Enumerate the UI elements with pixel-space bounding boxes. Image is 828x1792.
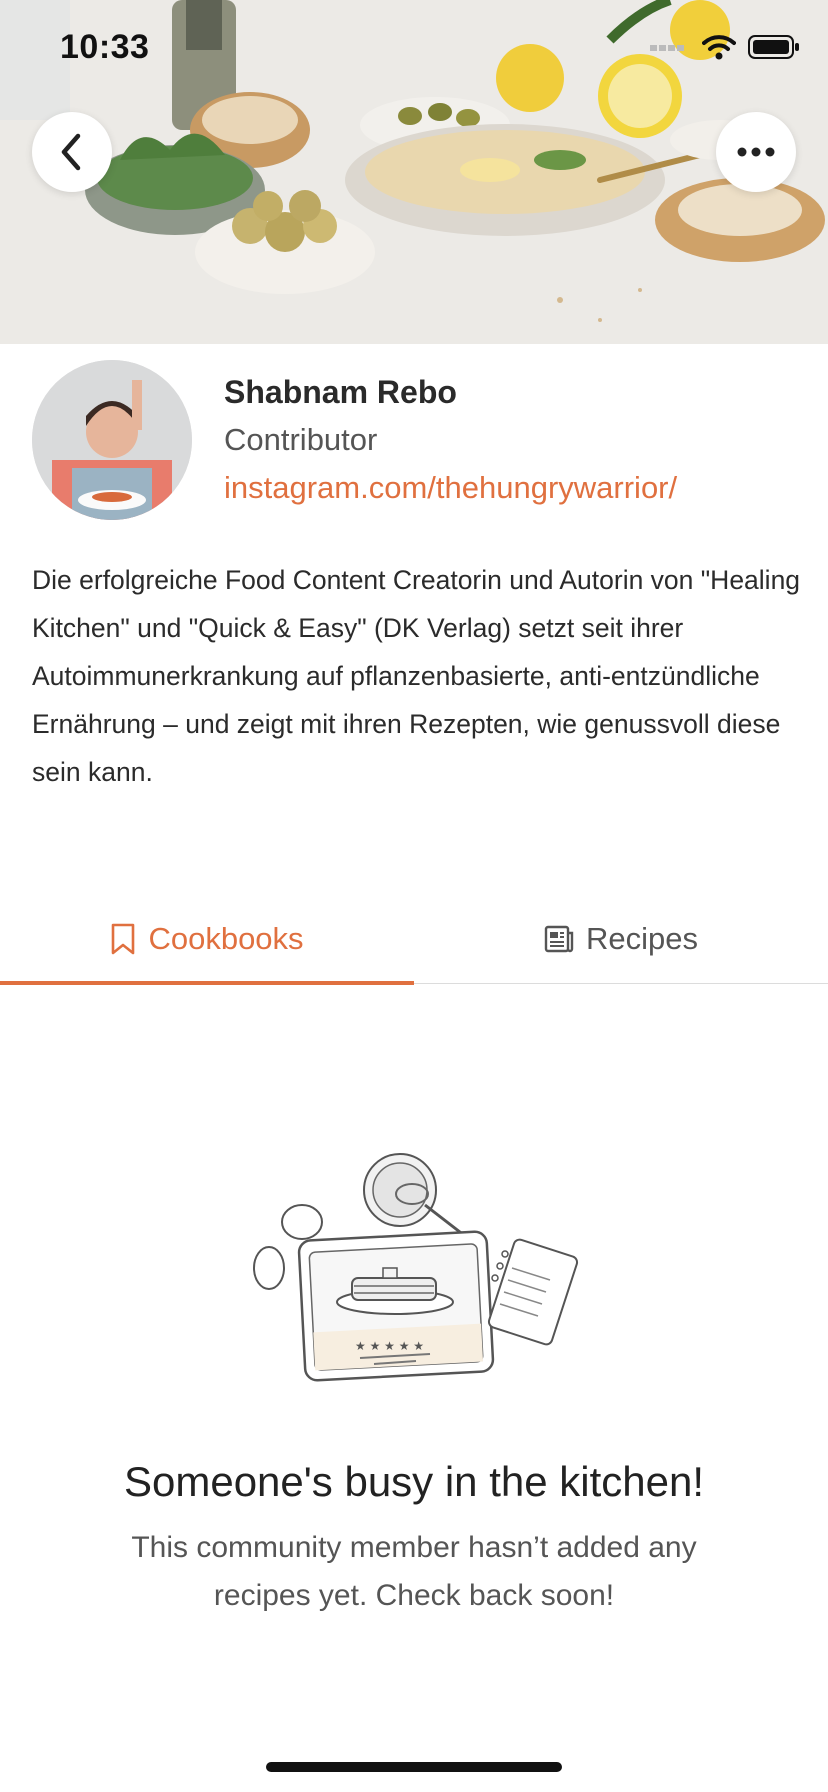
avatar-photo bbox=[32, 360, 192, 520]
signal-icon bbox=[650, 45, 684, 51]
home-indicator[interactable] bbox=[266, 1762, 562, 1772]
newspaper-icon bbox=[544, 925, 574, 953]
empty-state-title: Someone's busy in the kitchen! bbox=[123, 1458, 705, 1505]
profile-role: Contributor bbox=[224, 422, 378, 457]
bookmark-icon bbox=[112, 923, 135, 955]
empty-kitchen-illustration: ★ ★ ★ ★ ★ bbox=[253, 1153, 579, 1382]
tab-cookbooks-label: Cookbooks bbox=[148, 921, 304, 956]
tab-recipes[interactable]: Recipes bbox=[414, 894, 828, 984]
profile-name: Shabnam Rebo bbox=[224, 374, 457, 410]
more-horizontal-icon bbox=[737, 147, 775, 157]
profile-instagram-link[interactable]: instagram.com/thehungrywarrior/ bbox=[224, 470, 677, 506]
chevron-left-icon bbox=[61, 133, 81, 171]
back-button[interactable] bbox=[32, 112, 112, 192]
more-options-button[interactable] bbox=[716, 112, 796, 192]
avatar bbox=[32, 360, 192, 520]
tab-bar: Cookbooks Recipes bbox=[0, 894, 828, 985]
svg-text:★ ★ ★ ★ ★: ★ ★ ★ ★ ★ bbox=[355, 1339, 424, 1353]
tab-recipes-label: Recipes bbox=[586, 921, 698, 956]
tab-cookbooks[interactable]: Cookbooks bbox=[0, 894, 414, 984]
wifi-icon bbox=[702, 35, 736, 60]
active-tab-indicator bbox=[0, 981, 414, 985]
profile-bio: Die erfolgreiche Food Content Creatorin … bbox=[32, 565, 801, 787]
status-time: 10:33 bbox=[60, 28, 150, 66]
empty-state-message: This community member hasn’t added any r… bbox=[131, 1531, 697, 1612]
status-icons bbox=[650, 34, 800, 60]
battery-icon bbox=[748, 35, 799, 59]
